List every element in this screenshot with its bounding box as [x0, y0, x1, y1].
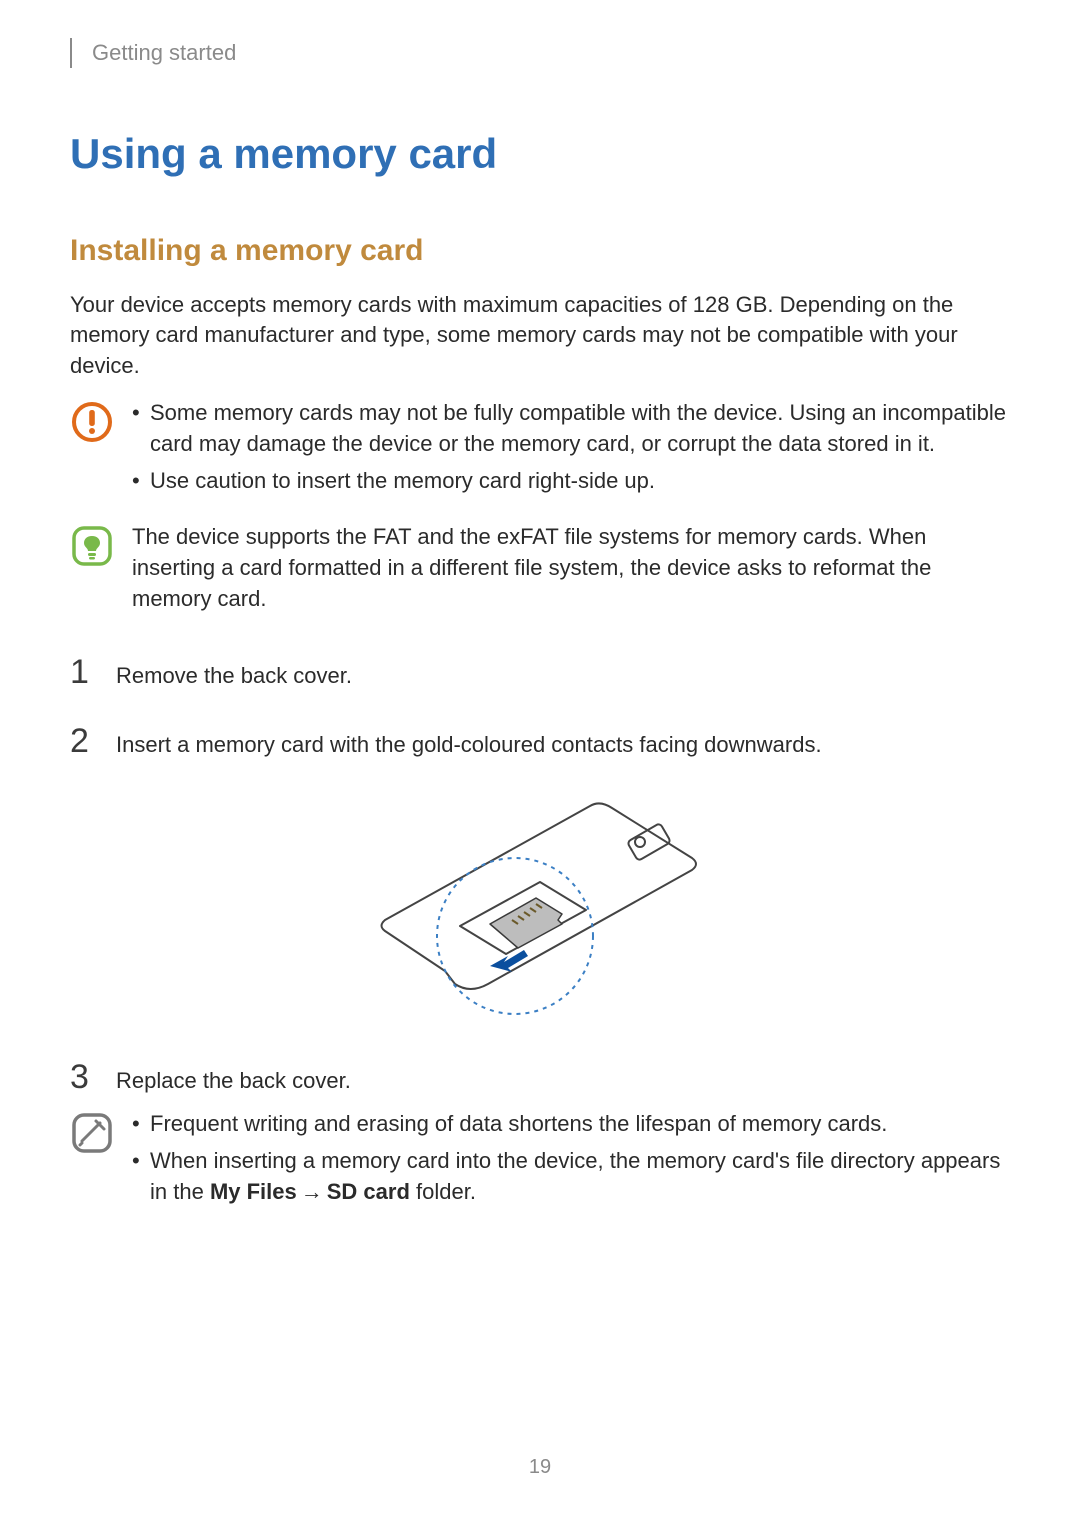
step-number: 3 [70, 1060, 98, 1094]
tip-icon [70, 1111, 114, 1155]
tip-block: • Frequent writing and erasing of data s… [70, 1109, 1010, 1213]
tip-item-post: folder. [410, 1179, 476, 1204]
page-title: Using a memory card [70, 125, 1010, 184]
caution-item: • Use caution to insert the memory card … [132, 466, 1010, 497]
breadcrumb-text: Getting started [92, 38, 236, 69]
breadcrumb: Getting started [70, 38, 1010, 69]
note-block: The device supports the FAT and the exFA… [70, 522, 1010, 614]
step-number: 1 [70, 655, 98, 689]
caution-body: • Some memory cards may not be fully com… [132, 398, 1010, 502]
bullet-dot: • [132, 398, 138, 429]
caution-icon [70, 400, 114, 444]
intro-paragraph: Your device accepts memory cards with ma… [70, 290, 1010, 382]
document-page: Getting started Using a memory card Inst… [0, 0, 1080, 1527]
caution-item: • Some memory cards may not be fully com… [132, 398, 1010, 460]
step-text: Insert a memory card with the gold-colou… [116, 724, 1010, 761]
caution-item-text: Use caution to insert the memory card ri… [150, 466, 1010, 497]
bullet-dot: • [132, 1109, 138, 1140]
step-row: 3 Replace the back cover. [70, 1060, 1010, 1097]
tip-item-bold: SD card [327, 1179, 410, 1204]
note-text: The device supports the FAT and the exFA… [132, 522, 1010, 614]
tip-body: • Frequent writing and erasing of data s… [132, 1109, 1010, 1213]
caution-item-text: Some memory cards may not be fully compa… [150, 398, 1010, 460]
tip-item-bold: My Files [210, 1179, 297, 1204]
arrow-icon: → [297, 1179, 327, 1204]
step-text: Replace the back cover. [116, 1060, 1010, 1097]
tip-item-text: Frequent writing and erasing of data sho… [150, 1109, 1010, 1140]
tip-item: • When inserting a memory card into the … [132, 1146, 1010, 1208]
page-number: 19 [0, 1453, 1080, 1481]
step-text: Remove the back cover. [116, 655, 1010, 692]
step-row: 2 Insert a memory card with the gold-col… [70, 724, 1010, 761]
tip-item-text: When inserting a memory card into the de… [150, 1146, 1010, 1208]
step-number: 2 [70, 724, 98, 758]
breadcrumb-tick [70, 38, 72, 68]
bullet-dot: • [132, 466, 138, 497]
note-body: The device supports the FAT and the exFA… [132, 522, 1010, 614]
caution-block: • Some memory cards may not be fully com… [70, 398, 1010, 502]
tip-item: • Frequent writing and erasing of data s… [132, 1109, 1010, 1140]
bullet-dot: • [132, 1146, 138, 1177]
section-heading-install: Installing a memory card [70, 230, 1010, 272]
memory-card-insertion-figure [70, 786, 1010, 1036]
note-icon [70, 524, 114, 568]
step-row: 1 Remove the back cover. [70, 655, 1010, 692]
